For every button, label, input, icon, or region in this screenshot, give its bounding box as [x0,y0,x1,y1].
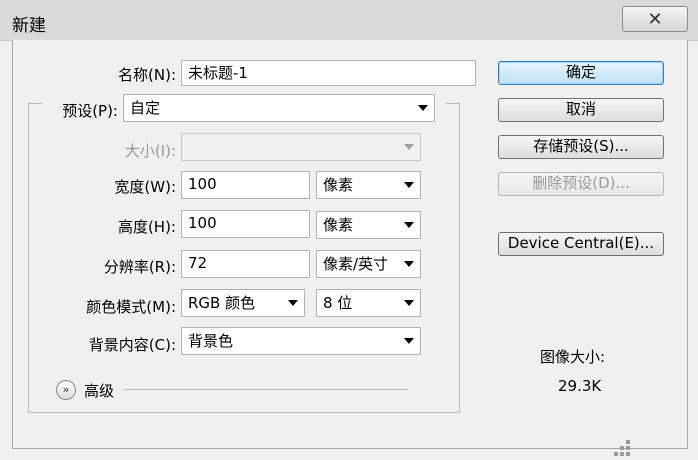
resolution-label: 分辨率(R): [103,258,176,276]
group-border-left [28,103,29,413]
height-label: 高度(H): [117,218,176,236]
grip-dot [626,440,630,444]
chevron-down-icon [404,144,414,150]
height-input[interactable]: 100 [181,210,310,238]
height-unit-select[interactable]: 像素 [316,211,421,239]
chevron-down-icon [404,222,414,228]
dialog-title: 新建 [12,16,46,36]
color-mode-label: 颜色模式(M): [86,298,176,316]
name-label: 名称(N): [118,66,176,84]
background-label: 背景内容(C): [88,336,176,354]
preset-value: 自定 [130,99,161,117]
bit-depth-select[interactable]: 8 位 [316,289,421,317]
image-size-label: 图像大小: [540,348,606,366]
size-select[interactable] [181,133,421,161]
name-input[interactable]: 未标题-1 [181,60,476,86]
width-unit-select[interactable]: 像素 [316,171,421,199]
new-document-dialog: 新建 ✕ 名称(N): 未标题-1 预设(P): 自定 大小(I): 宽度(W)… [0,0,698,460]
group-border-top-left [28,103,42,104]
width-input[interactable]: 100 [181,171,310,199]
chevron-down-icon [404,182,414,188]
background-select[interactable]: 背景色 [181,327,421,355]
grip-dot [614,452,618,456]
delete-preset-button[interactable]: 删除预设(D)... [498,172,664,196]
image-size-value: 29.3K [558,377,602,395]
background-value: 背景色 [188,332,234,350]
group-border-right [459,103,460,413]
resolution-unit-value: 像素/英寸 [323,255,389,273]
height-unit-value: 像素 [323,216,354,234]
preset-select[interactable]: 自定 [123,94,435,122]
close-button[interactable]: ✕ [622,6,688,32]
width-label: 宽度(W): [114,178,176,196]
grip-dot [626,446,630,450]
title-bar: 新建 ✕ [0,0,698,41]
resize-grip[interactable] [612,438,634,458]
chevron-down-icon [404,261,414,267]
ok-button[interactable]: 确定 [498,61,664,85]
preset-label: 预设(P): [62,102,118,120]
chevron-down-icon [288,300,298,306]
resolution-unit-select[interactable]: 像素/英寸 [316,250,421,278]
bit-depth-value: 8 位 [323,294,353,312]
cancel-button[interactable]: 取消 [498,98,664,122]
save-preset-button[interactable]: 存储预设(S)... [498,135,664,159]
color-mode-select[interactable]: RGB 颜色 [181,289,305,317]
chevron-down-icon [404,338,414,344]
double-chevron-down-icon[interactable]: » [56,380,76,400]
chevron-down-icon [404,300,414,306]
width-unit-value: 像素 [323,176,354,194]
grip-dot [626,452,630,456]
device-central-button[interactable]: Device Central(E)... [498,232,664,256]
advanced-divider [124,389,408,390]
size-label: 大小(I): [124,142,176,160]
advanced-label[interactable]: 高级 [84,380,114,401]
close-icon: ✕ [647,8,663,30]
resolution-input[interactable]: 72 [181,250,310,278]
grip-dot [620,452,624,456]
chevron-down-icon [418,105,428,111]
color-mode-value: RGB 颜色 [188,294,256,312]
group-border-top-right [446,103,460,104]
group-border-bottom [28,412,460,413]
grip-dot [620,446,624,450]
